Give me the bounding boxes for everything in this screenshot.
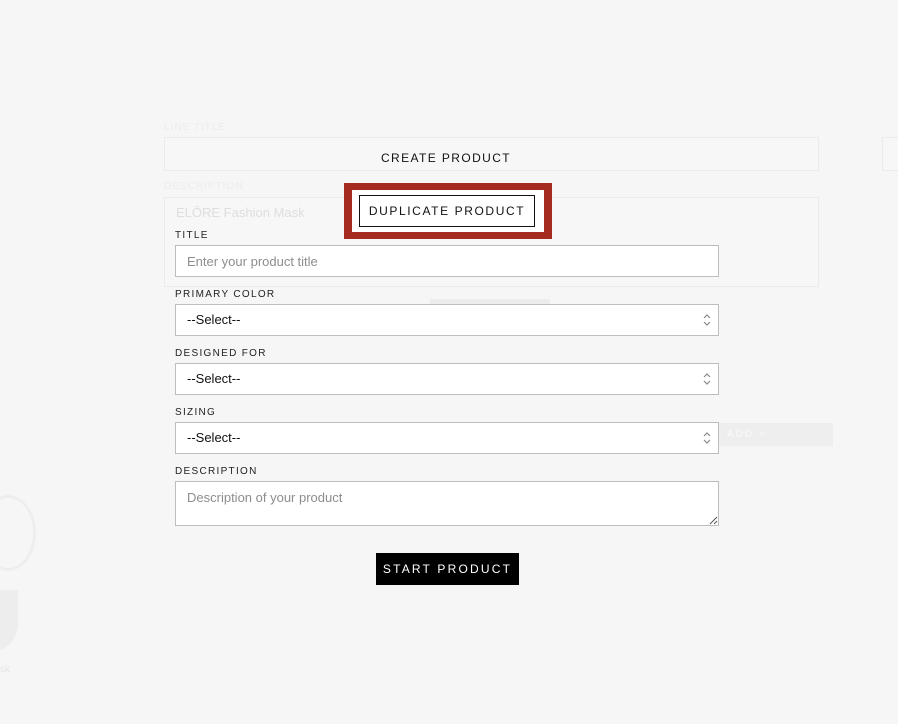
- tab-duplicate-product[interactable]: DUPLICATE PRODUCT: [359, 195, 535, 227]
- sizing-selected-value: --Select--: [187, 430, 241, 445]
- title-label: TITLE: [175, 230, 209, 241]
- bg-mask-caption: sk: [0, 664, 10, 675]
- start-product-button[interactable]: START PRODUCT: [376, 553, 519, 585]
- select-arrows-icon: [703, 373, 711, 385]
- description-label: DESCRIPTION: [175, 466, 258, 477]
- primary-color-selected-value: --Select--: [187, 312, 241, 327]
- designed-for-selected-value: --Select--: [187, 371, 241, 386]
- description-textarea[interactable]: [175, 481, 719, 526]
- select-arrows-icon: [703, 314, 711, 326]
- select-arrows-icon: [703, 432, 711, 444]
- sizing-select[interactable]: --Select--: [175, 422, 719, 454]
- bg-mask-image: [0, 495, 36, 571]
- resize-grip-icon[interactable]: [708, 515, 718, 525]
- background-page: LINE TITLE DESCRIPTION ELŌRE Fashion Mas…: [0, 0, 898, 724]
- title-input[interactable]: [175, 245, 719, 277]
- bg-mask-image-lower: [0, 590, 18, 652]
- bg-right-input: [882, 137, 898, 171]
- designed-for-label: DESIGNED FOR: [175, 348, 267, 359]
- bg-description-value: ELŌRE Fashion Mask: [176, 205, 305, 220]
- tab-create-product[interactable]: CREATE PRODUCT: [164, 151, 728, 165]
- designed-for-select[interactable]: --Select--: [175, 363, 719, 395]
- primary-color-label: PRIMARY COLOR: [175, 289, 276, 300]
- primary-color-select[interactable]: --Select--: [175, 304, 719, 336]
- sizing-label: SIZING: [175, 407, 217, 418]
- bg-description-label: DESCRIPTION: [164, 181, 244, 192]
- bg-line-title-label: LINE TITLE: [164, 122, 227, 133]
- bg-add-button: ADD +: [717, 423, 833, 446]
